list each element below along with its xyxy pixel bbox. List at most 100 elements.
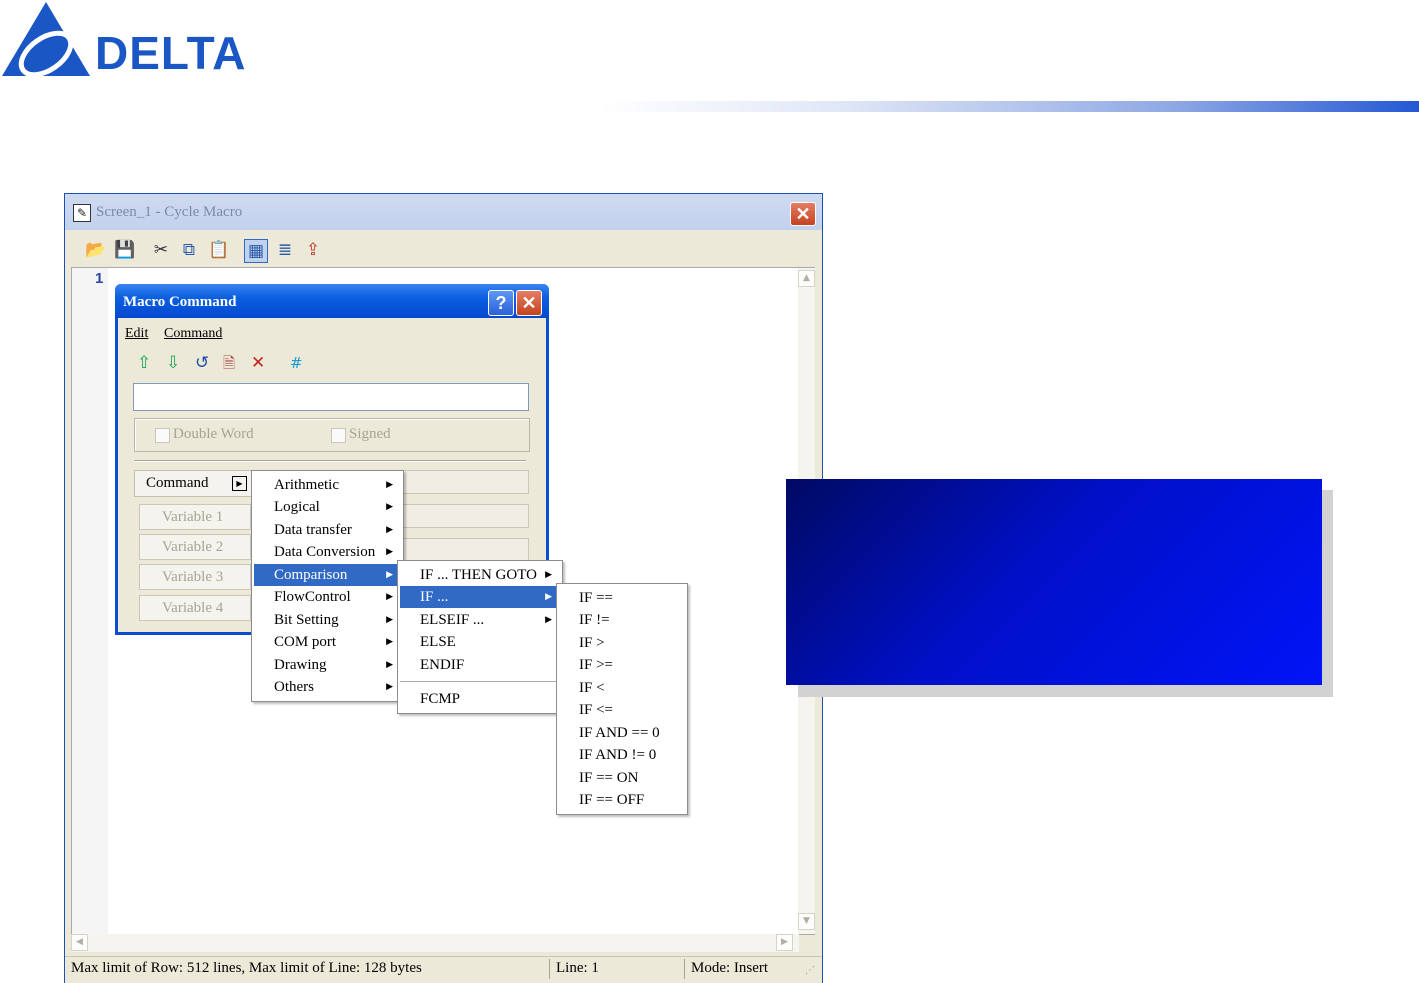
menu-item-data-transfer[interactable]: Data transfer ▶ [254,519,401,541]
menu-item-if-greater-equal[interactable]: IF >= [559,654,685,676]
menu-item-label: IF ... [420,589,449,605]
window-titlebar[interactable]: ✎ Screen_1 - Cycle Macro ✕ [65,194,822,230]
delete-icon[interactable]: ✕ [251,353,265,373]
scroll-right-icon[interactable]: ▶ [776,934,793,951]
double-word-label: Double Word [173,426,254,442]
chevron-right-icon: ▶ [386,592,393,602]
menu-item-comparison[interactable]: Comparison ▶ [254,564,401,586]
copy-icon[interactable]: ⧉ [178,239,200,261]
command-button-label: Command [146,475,209,491]
variable-2-field[interactable] [403,538,529,562]
menu-item-else[interactable]: ELSE [400,631,560,653]
chevron-right-icon: ▶ [545,592,552,602]
menu-item-if-then-goto[interactable]: IF ... THEN GOTO ▶ [400,564,560,586]
menu-item-label: ENDIF [420,657,465,673]
menu-item-if-and-equal-zero[interactable]: IF AND == 0 [559,722,685,744]
dialog-close-button[interactable]: ✕ [516,290,542,316]
double-word-checkbox[interactable] [155,428,170,443]
command-button[interactable]: Command ▶ [134,470,252,497]
window-close-button[interactable]: ✕ [790,202,816,226]
variable-1-button[interactable]: Variable 1 [139,504,251,530]
scroll-left-icon[interactable]: ◀ [71,934,88,951]
menu-command[interactable]: Command [164,326,222,342]
chevron-right-icon: ▶ [386,615,393,625]
chevron-right-icon: ▶ [386,660,393,670]
chevron-right-icon: ▶ [386,570,393,580]
command-input[interactable] [133,383,529,411]
variable-2-button[interactable]: Variable 2 [139,534,251,560]
new-icon[interactable]: 🗎 [223,353,235,373]
help-button[interactable]: ? [488,290,514,316]
menu-item-label: IF ... THEN GOTO [420,567,537,583]
command-menu: Arithmetic ▶ Logical ▶ Data transfer ▶ Data… [251,470,404,702]
menu-item-label: FCMP [420,691,461,707]
save-icon[interactable]: 💾 [114,239,136,261]
menu-item-if-less[interactable]: IF < [559,677,685,699]
menu-item-label: COM port [274,634,337,650]
menu-item-if-not-equal[interactable]: IF != [559,609,685,631]
menu-item-bit-setting[interactable]: Bit Setting ▶ [254,609,401,631]
menu-edit[interactable]: Edit [125,326,148,342]
open-icon[interactable]: 📂 [85,239,107,261]
menu-item-if-off[interactable]: IF == OFF [559,789,685,811]
menu-item-endif[interactable]: ENDIF [400,654,560,676]
menu-item-if-greater[interactable]: IF > [559,632,685,654]
hash-icon[interactable]: # [290,353,303,373]
scroll-up-icon[interactable]: ▲ [798,270,815,287]
status-bar: Max limit of Row: 512 lines, Max limit o… [65,956,822,983]
chevron-right-icon: ▶ [386,480,393,490]
scroll-down-icon[interactable]: ▼ [798,913,815,930]
macro-command-icon[interactable]: ▦ [244,239,268,263]
chevron-right-icon: ▶ [545,615,552,625]
menu-item-label: Data transfer [274,522,352,538]
chevron-right-icon: ▶ [386,682,393,692]
export-icon[interactable]: ⇪ [302,239,324,261]
menu-item-if-equal[interactable]: IF == [559,587,685,609]
cut-icon[interactable]: ✂ [150,239,172,261]
variable-3-button[interactable]: Variable 3 [139,564,251,590]
menu-item-label: Others [274,679,314,695]
menu-item-if-and-not-zero[interactable]: IF AND != 0 [559,744,685,766]
dialog-titlebar[interactable]: Macro Command ? ✕ [115,284,549,318]
chevron-right-icon: ▶ [545,570,552,580]
menu-item-fcmp[interactable]: FCMP [400,688,560,710]
menu-item-data-conversion[interactable]: Data Conversion ▶ [254,541,401,563]
menu-item-elseif[interactable]: ELSEIF ... ▶ [400,609,560,631]
menu-item-if-less-equal[interactable]: IF <= [559,699,685,721]
menu-item-label: Drawing [274,657,327,673]
menu-item-arithmetic[interactable]: Arithmetic ▶ [254,474,401,496]
move-down-icon[interactable]: ⇩ [166,353,180,373]
menu-item-flowcontrol[interactable]: FlowControl ▶ [254,586,401,608]
variable-1-field[interactable] [403,504,529,528]
menu-item-others[interactable]: Others ▶ [254,676,401,698]
window-title: Screen_1 - Cycle Macro [96,204,243,220]
paste-icon[interactable]: 📋 [208,239,230,261]
resize-grip-icon[interactable]: ⋰ [805,965,815,976]
insert-icon[interactable]: ≣ [274,239,296,261]
chevron-right-icon: ▶ [386,525,393,535]
blue-callout-box [786,479,1322,685]
chevron-right-icon: ▶ [232,476,247,491]
signed-label: Signed [349,426,391,442]
chevron-right-icon: ▶ [386,502,393,512]
undo-icon[interactable]: ↺ [195,353,209,373]
horizontal-scrollbar[interactable]: ◀ ▶ [71,934,799,952]
menu-item-logical[interactable]: Logical ▶ [254,496,401,518]
menu-item-label: Bit Setting [274,612,339,628]
brand-name: DELTA [95,27,247,79]
status-divider [549,959,550,979]
menu-item-drawing[interactable]: Drawing ▶ [254,654,401,676]
menu-item-com-port[interactable]: COM port ▶ [254,631,401,653]
chevron-right-icon: ▶ [386,547,393,557]
menu-item-label: FlowControl [274,589,351,605]
menu-item-if-on[interactable]: IF == ON [559,767,685,789]
header-gradient-bar [600,101,1419,112]
variable-4-button[interactable]: Variable 4 [139,595,251,621]
edit-document-icon: ✎ [73,204,91,222]
command-field[interactable] [403,470,529,494]
menu-item-if[interactable]: IF ... ▶ [400,586,560,608]
menu-item-label: ELSEIF ... [420,612,485,628]
signed-checkbox[interactable] [331,428,346,443]
move-up-icon[interactable]: ⇧ [137,353,151,373]
status-divider [684,959,685,979]
